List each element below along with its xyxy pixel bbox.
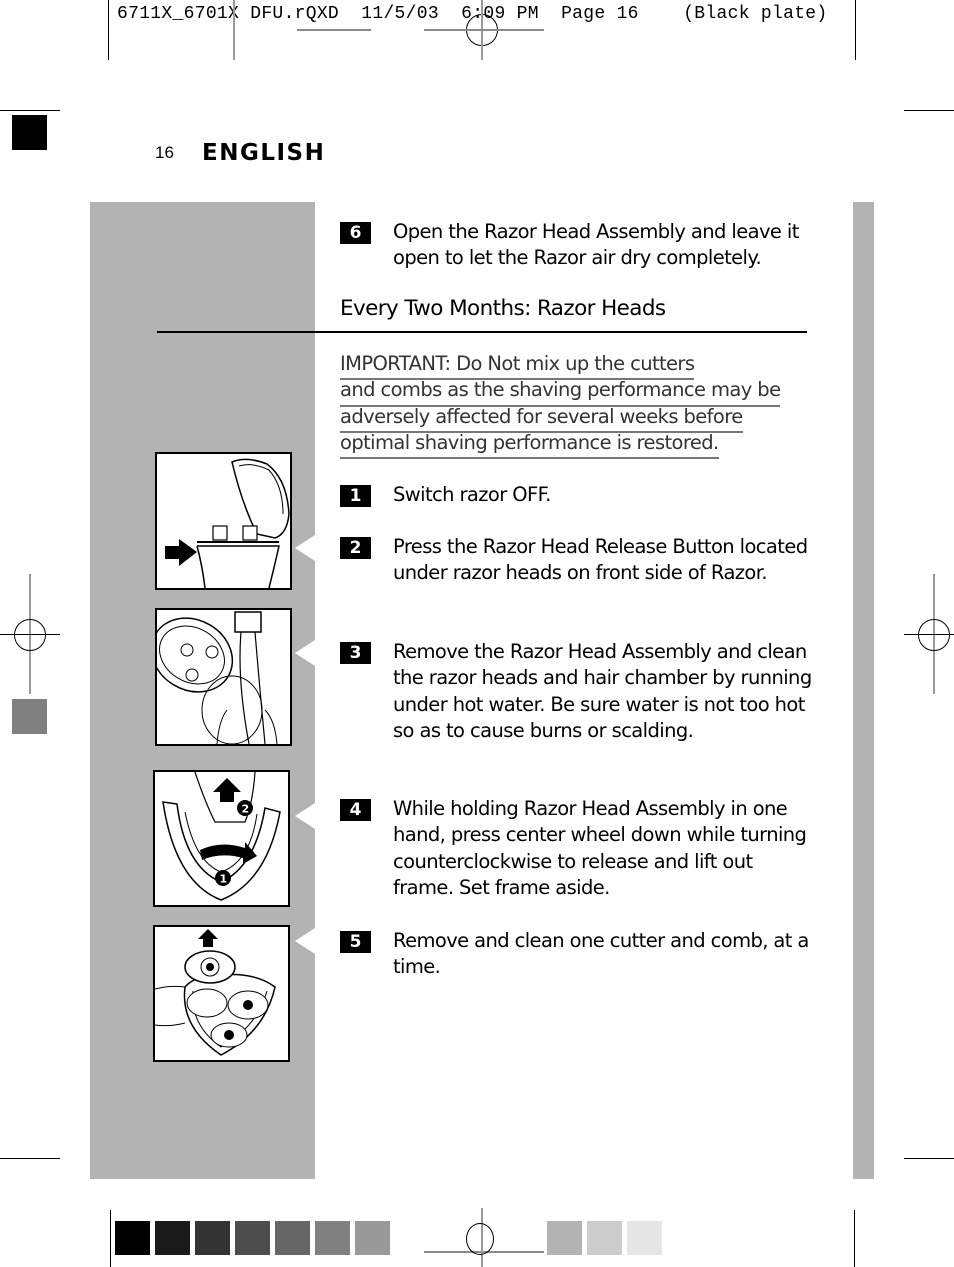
tap-water-icon <box>150 611 278 745</box>
crop-mark-right-bottom <box>904 1158 954 1159</box>
step-number-badge: 4 <box>340 799 371 821</box>
important-line: adversely affected for several weeks bef… <box>340 404 743 433</box>
razor-rinse-under-tap-illustration <box>150 608 292 746</box>
color-swatch <box>355 1221 390 1255</box>
crop-mark-top-right <box>855 0 856 60</box>
frame-turn-icon: 2 1 <box>162 771 281 901</box>
step-number-badge: 6 <box>340 222 371 244</box>
page-language-heading: ENGLISH <box>202 140 326 166</box>
crop-mark-bottom-right <box>854 1210 855 1267</box>
color-swatch <box>627 1221 662 1255</box>
important-line: optimal shaving performance is restored. <box>340 430 719 460</box>
cutter-remove-illustration <box>153 925 290 1062</box>
razor-open-icon <box>165 458 290 589</box>
crop-mark-top-left <box>108 0 109 60</box>
step-number-badge: 1 <box>340 485 371 507</box>
color-swatch <box>235 1221 270 1255</box>
important-line: and combs as the shaving performance may… <box>340 377 781 407</box>
illustration-pointer <box>295 640 315 666</box>
illustration-pointer <box>295 928 315 954</box>
step-number-badge: 3 <box>340 642 371 664</box>
step-text: Remove and clean one cutter and comb, at… <box>393 929 809 979</box>
color-swatch-black-side <box>12 115 47 150</box>
color-swatch <box>587 1221 622 1255</box>
right-edge-panel <box>853 202 874 1179</box>
step-number-badge: 2 <box>340 537 371 559</box>
step-text: Press the Razor Head Release Button loca… <box>393 535 808 585</box>
step-text: Remove the Razor Head Assembly and clean… <box>393 640 812 742</box>
important-notice: IMPORTANT: Do Not mix up the cutters and… <box>340 351 810 460</box>
important-line: IMPORTANT: Do Not mix up the cutters <box>340 351 695 381</box>
cutter-lift-icon <box>154 929 276 1056</box>
color-swatch <box>155 1221 190 1255</box>
frame-remove-illustration: 2 1 <box>153 770 290 907</box>
color-swatch <box>275 1221 310 1255</box>
step-text: Open the Razor Head Assembly and leave i… <box>393 220 799 270</box>
crop-mark-left-top <box>0 110 60 111</box>
color-swatch <box>547 1221 582 1255</box>
color-swatch <box>195 1221 230 1255</box>
color-swatch <box>315 1221 350 1255</box>
svg-text:2: 2 <box>242 803 250 816</box>
color-swatch <box>115 1221 150 1255</box>
crop-mark-right-top <box>904 110 954 111</box>
heading-rule <box>157 331 807 333</box>
page-number: 16 <box>155 143 174 162</box>
illustration-pointer <box>295 803 315 829</box>
crop-mark-left-bottom <box>0 1158 60 1159</box>
svg-text:1: 1 <box>220 873 228 886</box>
section-heading: Every Two Months: Razor Heads <box>340 296 666 321</box>
color-swatch-gray-side <box>12 699 47 734</box>
step-text: While holding Razor Head Assembly in one… <box>393 797 807 899</box>
crop-mark-bottom-left <box>110 1210 111 1267</box>
step-number-badge: 5 <box>340 931 371 953</box>
razor-open-head-release-illustration <box>155 452 292 590</box>
illustration-pointer <box>295 535 315 561</box>
step-text: Switch razor OFF. <box>393 483 551 506</box>
